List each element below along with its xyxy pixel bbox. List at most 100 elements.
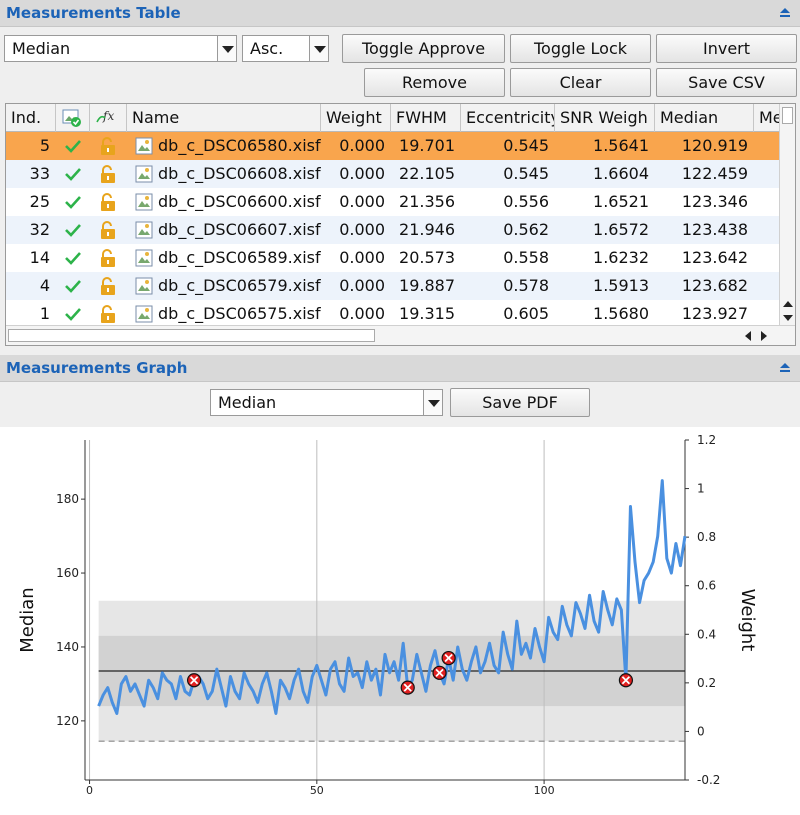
check-icon[interactable] (64, 307, 82, 321)
y-tick-label: 140 (56, 640, 79, 654)
cell-eccentricity: 0.556 (503, 192, 549, 211)
lock-open-icon[interactable] (98, 220, 118, 240)
graph-property-value: Median (218, 393, 277, 412)
check-icon[interactable] (64, 167, 82, 181)
measurements-chart[interactable]: 0 50 100 120 140 160 180 -0.2 0 0.2 0.4 0.6 0.8 1 1.2 M… (0, 427, 800, 815)
cell-weight: 0.000 (339, 248, 385, 267)
y2-tick-label: 0.2 (697, 676, 716, 690)
check-icon[interactable] (64, 139, 82, 153)
cell-eccentricity: 0.562 (503, 220, 549, 239)
scroll-right-icon[interactable] (760, 330, 768, 342)
chevron-down-icon[interactable] (309, 36, 328, 61)
toggle-approve-button[interactable]: Toggle Approve (342, 34, 505, 63)
y-tick-label: 180 (56, 492, 79, 506)
chevron-down-icon[interactable] (217, 36, 236, 61)
lock-open-icon[interactable] (98, 136, 118, 156)
y-axis-label: Median (17, 587, 38, 652)
y2-tick-label: 1 (697, 482, 705, 496)
cell-median: 123.642 (681, 248, 748, 267)
lock-open-icon[interactable] (98, 276, 118, 296)
table-row[interactable]: 25 db_c_DSC06600.xisf 0.000 21.356 0.556 1.65… (6, 188, 780, 216)
image-file-icon (135, 305, 153, 323)
table-row[interactable]: 33 db_c_DSC06608.xisf 0.000 22.105 0.545 1.66… (6, 160, 780, 188)
cell-median: 123.346 (681, 192, 748, 211)
cell-ind: 25 (29, 192, 50, 211)
cell-weight: 0.000 (339, 136, 385, 155)
horizontal-scrollbar[interactable] (6, 325, 795, 345)
sort-field-value: Median (12, 39, 71, 58)
check-icon[interactable] (64, 251, 82, 265)
check-icon[interactable] (64, 195, 82, 209)
col-approved[interactable] (56, 104, 90, 132)
graph-section-header: Measurements Graph (0, 355, 800, 382)
table-row[interactable]: 14 db_c_DSC06589.xisf 0.000 20.573 0.558 1.62… (6, 244, 780, 272)
table-row[interactable]: 5 db_c_DSC06580.xisf 0.000 19.701 0.545 1.564… (6, 132, 780, 160)
cell-fwhm: 22.105 (399, 164, 455, 183)
rejected-marker[interactable] (400, 680, 415, 695)
save-csv-button[interactable]: Save CSV (656, 68, 797, 97)
save-pdf-button[interactable]: Save PDF (450, 388, 590, 417)
cell-weight: 0.000 (339, 304, 385, 323)
cell-ind: 1 (39, 304, 50, 323)
horizontal-scroll-thumb[interactable] (8, 329, 375, 342)
lock-open-icon[interactable] (98, 304, 118, 324)
lock-open-icon[interactable] (98, 192, 118, 212)
clear-button[interactable]: Clear (510, 68, 651, 97)
table-row[interactable]: 4 db_c_DSC06579.xisf 0.000 19.887 0.578 1.591… (6, 272, 780, 300)
chevron-down-icon[interactable] (423, 390, 442, 415)
collapse-graph-icon[interactable] (778, 361, 792, 375)
vertical-scrollbar[interactable] (779, 104, 795, 326)
table-row[interactable]: 1 db_c_DSC06575.xisf 0.000 19.315 0.605 1.568… (6, 300, 780, 328)
cell-fwhm: 19.887 (399, 276, 455, 295)
col-more[interactable]: Me (754, 104, 780, 132)
approved-image-icon (62, 109, 81, 127)
graph-property-select[interactable]: Median (210, 389, 443, 416)
rejected-marker[interactable] (441, 650, 456, 666)
col-snr-weight[interactable]: SNR Weigh (555, 104, 655, 132)
lock-open-icon[interactable] (98, 164, 118, 184)
col-weight[interactable]: Weight (321, 104, 391, 132)
col-ind[interactable]: Ind. (6, 104, 56, 132)
cell-median: 123.438 (681, 220, 748, 239)
image-file-icon (135, 277, 153, 295)
rejected-marker[interactable] (432, 665, 447, 680)
cell-fwhm: 21.356 (399, 192, 455, 211)
sort-order-select[interactable]: Asc. (242, 35, 329, 62)
cell-snr-weight: 1.6521 (593, 192, 649, 211)
toggle-lock-button[interactable]: Toggle Lock (510, 34, 651, 63)
cell-weight: 0.000 (339, 276, 385, 295)
rejected-marker[interactable] (186, 673, 202, 688)
scroll-up-icon[interactable] (782, 300, 794, 308)
col-eccentricity[interactable]: Eccentricity (461, 104, 555, 132)
vertical-scroll-thumb[interactable] (782, 107, 793, 124)
cell-ind: 33 (29, 164, 50, 183)
collapse-table-icon[interactable] (778, 6, 792, 20)
scroll-left-icon[interactable] (744, 330, 752, 342)
table-section-title: Measurements Table (6, 4, 181, 22)
image-file-icon (135, 249, 153, 267)
sort-order-value: Asc. (250, 39, 284, 58)
y2-tick-label: 0.6 (697, 579, 716, 593)
image-file-icon (135, 221, 153, 239)
formula-lock-icon: fx (96, 109, 114, 123)
col-locked[interactable]: fx (90, 104, 127, 132)
invert-button[interactable]: Invert (656, 34, 797, 63)
cell-eccentricity: 0.545 (503, 164, 549, 183)
cell-median: 122.459 (681, 164, 748, 183)
col-fwhm[interactable]: FWHM (391, 104, 461, 132)
table-row[interactable]: 32 db_c_DSC06607.xisf 0.000 21.946 0.562 1.65… (6, 216, 780, 244)
graph-section-title: Measurements Graph (6, 359, 188, 377)
lock-open-icon[interactable] (98, 248, 118, 268)
y2-tick-label: 1.2 (697, 433, 716, 447)
sort-field-select[interactable]: Median (4, 35, 237, 62)
col-median[interactable]: Median (655, 104, 754, 132)
check-icon[interactable] (64, 223, 82, 237)
col-name[interactable]: Name (127, 104, 321, 132)
scroll-down-icon[interactable] (782, 314, 794, 322)
remove-button[interactable]: Remove (364, 68, 505, 97)
x-tick-label: 0 (86, 784, 93, 797)
measurements-table[interactable]: Ind. fx Name Weight FWHM Eccentricity SN… (5, 103, 796, 346)
check-icon[interactable] (64, 279, 82, 293)
rejected-marker[interactable] (618, 673, 634, 688)
image-file-icon (135, 193, 153, 211)
